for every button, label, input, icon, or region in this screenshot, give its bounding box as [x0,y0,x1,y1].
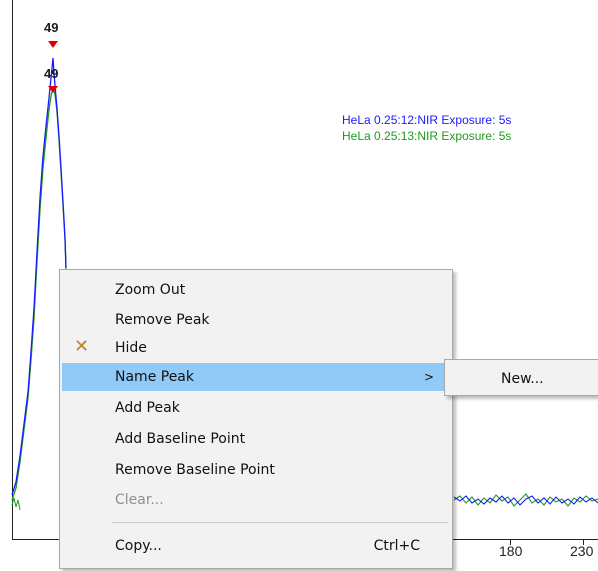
menu-separator [112,522,448,523]
menu-item-remove-peak[interactable]: Remove Peak [62,306,450,334]
peak-label: 49 [44,66,59,81]
menu-item-add-peak[interactable]: Add Peak [62,394,450,422]
menu-item-label: Remove Baseline Point [115,462,275,478]
x-tick-label: 230 [570,543,594,559]
menu-item-label: Remove Peak [115,312,210,328]
menu-item-label: Hide [115,340,147,356]
legend-entry-green: HeLa 0.25:13:NIR Exposure: 5s [342,129,512,143]
menu-item-label: Name Peak [115,369,194,385]
series-blue-peak [11,57,67,496]
peak-marker-icon [48,41,58,48]
menu-item-label: Copy... [115,538,162,554]
x-tick-label: 180 [499,543,523,559]
context-menu[interactable]: Zoom Out Remove Peak ✕ Hide Name Peak > … [59,269,453,569]
menu-item-shortcut: Ctrl+C [373,538,420,554]
series-left-tail [11,497,21,511]
menu-item-name-peak[interactable]: Name Peak > [62,363,450,391]
menu-item-hide[interactable]: ✕ Hide [62,334,450,362]
menu-item-add-baseline-point[interactable]: Add Baseline Point [62,425,450,453]
submenu-item-new[interactable]: New... [447,362,597,393]
menu-item-copy[interactable]: Copy... Ctrl+C [62,532,450,560]
peak-label: 49 [44,20,59,35]
chevron-right-icon: > [423,370,434,384]
menu-item-label: Zoom Out [115,282,186,298]
menu-item-label: Clear... [115,492,164,508]
series-blue-tail [453,495,598,506]
name-peak-submenu[interactable]: New... [444,359,598,396]
menu-item-label: Add Peak [115,400,180,416]
cross-check-icon: ✕ [74,336,90,357]
series-green-peak [11,85,67,501]
menu-item-zoom-out[interactable]: Zoom Out [62,276,450,304]
submenu-item-label: New... [501,371,544,387]
legend-entry-blue: HeLa 0.25:12:NIR Exposure: 5s [342,113,512,127]
menu-item-label: Add Baseline Point [115,431,246,447]
menu-item-remove-baseline-point[interactable]: Remove Baseline Point [62,456,450,484]
menu-item-clear: Clear... [62,486,450,514]
